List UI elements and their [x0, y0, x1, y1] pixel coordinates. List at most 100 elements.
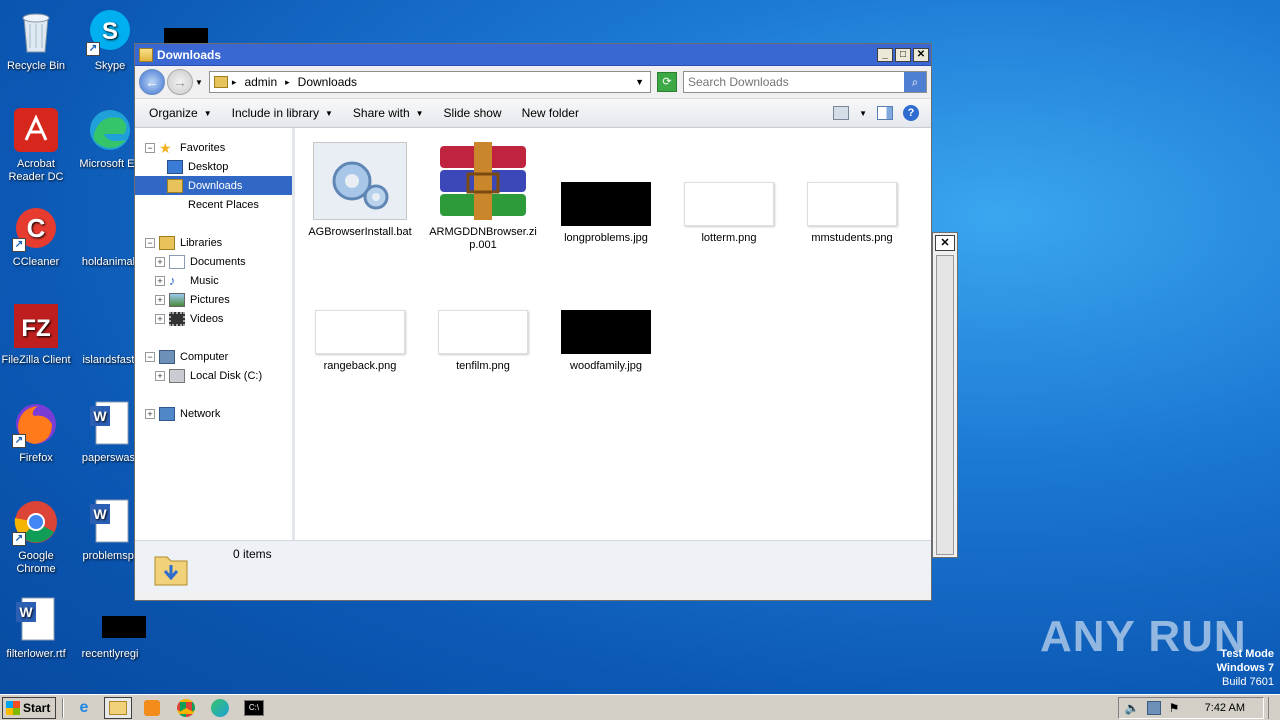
nav-label: Local Disk (C:) — [190, 369, 263, 382]
address-separator[interactable]: ▸ — [281, 77, 294, 88]
desktop-icon-label: filterlower.rtf — [6, 648, 66, 660]
file-item[interactable]: lotterm.png — [674, 182, 784, 245]
collapse-icon[interactable]: − — [145, 142, 155, 153]
windows-logo-icon — [6, 700, 20, 715]
file-icon — [86, 302, 134, 350]
file-item[interactable]: AGBrowserInstall.bat — [305, 142, 415, 239]
close-button[interactable]: ✕ — [913, 47, 929, 62]
desktop-icon-firefox[interactable]: ↗ Firefox — [0, 400, 74, 465]
file-item[interactable]: rangeback.png — [305, 310, 415, 373]
taskbar-media-player-button[interactable] — [138, 697, 166, 719]
maximize-button[interactable]: □ — [895, 47, 911, 62]
preview-pane-icon[interactable] — [877, 106, 893, 120]
pictures-icon — [169, 292, 185, 307]
desktop-icon-ccleaner[interactable]: C ↗ CCleaner — [0, 204, 74, 269]
nav-videos[interactable]: + Videos — [135, 309, 292, 328]
slide-show-button[interactable]: Slide show — [434, 106, 512, 120]
expand-icon[interactable]: + — [155, 313, 165, 324]
nav-label: Documents — [190, 255, 246, 268]
expand-icon[interactable]: + — [155, 275, 165, 286]
desktop-icon-acrobat[interactable]: Acrobat Reader DC — [0, 106, 74, 184]
taskbar-ie-button[interactable]: e — [70, 697, 98, 719]
chevron-down-icon: ▼ — [415, 108, 424, 118]
gears-icon — [313, 142, 407, 220]
desktop-icon-filterlower[interactable]: W filterlower.rtf — [0, 596, 74, 661]
include-in-library-button[interactable]: Include in library ▼ — [222, 106, 343, 120]
file-item[interactable]: ARMGDDNBrowser.zip.001 — [428, 142, 538, 252]
test-mode-line3: Build 7601 — [1222, 676, 1274, 688]
nav-recent-places[interactable]: Recent Places — [135, 195, 292, 214]
expand-icon[interactable]: + — [155, 256, 165, 267]
shortcut-arrow-icon: ↗ — [86, 42, 100, 56]
forward-button[interactable]: → — [167, 69, 193, 95]
nav-network[interactable]: + Network — [135, 404, 292, 423]
file-name: woodfamily.jpg — [570, 360, 642, 372]
view-options-icon[interactable] — [833, 106, 850, 120]
address-bar[interactable]: ▸ admin ▸ Downloads ▼ — [208, 71, 651, 93]
desktop-icon — [167, 159, 183, 174]
file-item[interactable]: longproblems.jpg — [551, 182, 661, 245]
collapse-icon[interactable]: − — [145, 351, 155, 362]
file-item[interactable]: tenfilm.png — [428, 310, 538, 373]
desktop-icon-recentlyregi[interactable]: recentlyregi — [72, 596, 148, 661]
back-button[interactable]: ← — [139, 69, 165, 95]
nav-local-disk[interactable]: + Local Disk (C:) — [135, 366, 292, 385]
expand-icon[interactable]: + — [155, 370, 165, 381]
desktop-icon-recycle-bin[interactable]: Recycle Bin — [0, 8, 74, 73]
taskbar-edge-button[interactable] — [206, 697, 234, 719]
edge-icon — [211, 698, 229, 717]
action-center-flag-icon[interactable]: ⚑ — [1169, 701, 1183, 715]
nav-downloads[interactable]: Downloads — [135, 176, 292, 195]
nav-documents[interactable]: + Documents — [135, 252, 292, 271]
minimize-button[interactable]: _ — [877, 47, 893, 62]
share-with-button[interactable]: Share with ▼ — [343, 106, 434, 120]
desktop-icon-filezilla[interactable]: FZ FileZilla Client — [0, 302, 74, 367]
desktop-icon-label: recentlyregi — [81, 648, 139, 660]
address-dropdown-icon[interactable]: ▼ — [635, 77, 644, 87]
new-folder-button[interactable]: New folder — [512, 106, 589, 120]
close-icon[interactable]: ✕ — [935, 235, 955, 251]
address-separator[interactable]: ▸ — [228, 77, 241, 88]
nav-label: Network — [180, 407, 221, 420]
collapse-icon[interactable]: − — [145, 237, 155, 248]
desktop-icon-label: Firefox — [19, 452, 53, 464]
nav-favorites[interactable]: − ★ Favorites — [135, 138, 292, 157]
scrollbar[interactable] — [936, 255, 954, 555]
file-item[interactable]: mmstudents.png — [797, 182, 907, 245]
recent-places-icon — [167, 198, 183, 212]
breadcrumb-admin[interactable]: admin — [240, 75, 281, 89]
nav-libraries[interactable]: − Libraries — [135, 233, 292, 252]
expand-icon[interactable]: + — [145, 408, 155, 419]
ccleaner-icon: C ↗ — [12, 204, 60, 252]
volume-icon[interactable]: 🔈 — [1125, 701, 1140, 715]
taskbar-cmd-button[interactable]: C:\ — [240, 697, 268, 719]
breadcrumb-downloads[interactable]: Downloads — [294, 75, 361, 89]
music-icon: ♪ — [169, 272, 176, 288]
search-icon[interactable]: ⌕ — [904, 72, 926, 92]
help-icon[interactable]: ? — [903, 105, 919, 121]
expand-icon[interactable]: + — [155, 294, 165, 305]
file-name: tenfilm.png — [456, 360, 510, 372]
refresh-button[interactable]: ⟳ — [657, 72, 677, 92]
file-item[interactable]: woodfamily.jpg — [551, 310, 661, 373]
nav-computer[interactable]: − Computer — [135, 347, 292, 366]
recent-pages-chevron-icon[interactable]: ▼ — [195, 78, 203, 87]
redacted-box — [102, 616, 146, 638]
organize-button[interactable]: Organize ▼ — [139, 106, 222, 120]
nav-pictures[interactable]: + Pictures — [135, 290, 292, 309]
nav-desktop[interactable]: Desktop — [135, 157, 292, 176]
command-bar: Organize ▼ Include in library ▼ Share with… — [135, 98, 931, 128]
clock[interactable]: 7:42 AM — [1205, 702, 1245, 714]
taskbar-explorer-button[interactable] — [104, 696, 132, 719]
search-input[interactable] — [684, 75, 904, 89]
start-button[interactable]: Start — [2, 696, 56, 719]
taskbar: Start e C:\ 🔈 ⚑ 7:42 AM — [0, 694, 1280, 720]
nav-music[interactable]: + ♪ Music — [135, 271, 292, 290]
filezilla-icon: FZ — [12, 302, 60, 350]
taskbar-chrome-button[interactable] — [172, 697, 200, 719]
network-icon[interactable] — [1146, 700, 1161, 715]
title-bar[interactable]: Downloads _ □ ✕ — [135, 44, 931, 66]
chevron-down-icon[interactable]: ▼ — [859, 109, 867, 118]
desktop-icon-chrome[interactable]: ↗ Google Chrome — [0, 498, 74, 576]
show-desktop-button[interactable] — [1268, 696, 1280, 719]
